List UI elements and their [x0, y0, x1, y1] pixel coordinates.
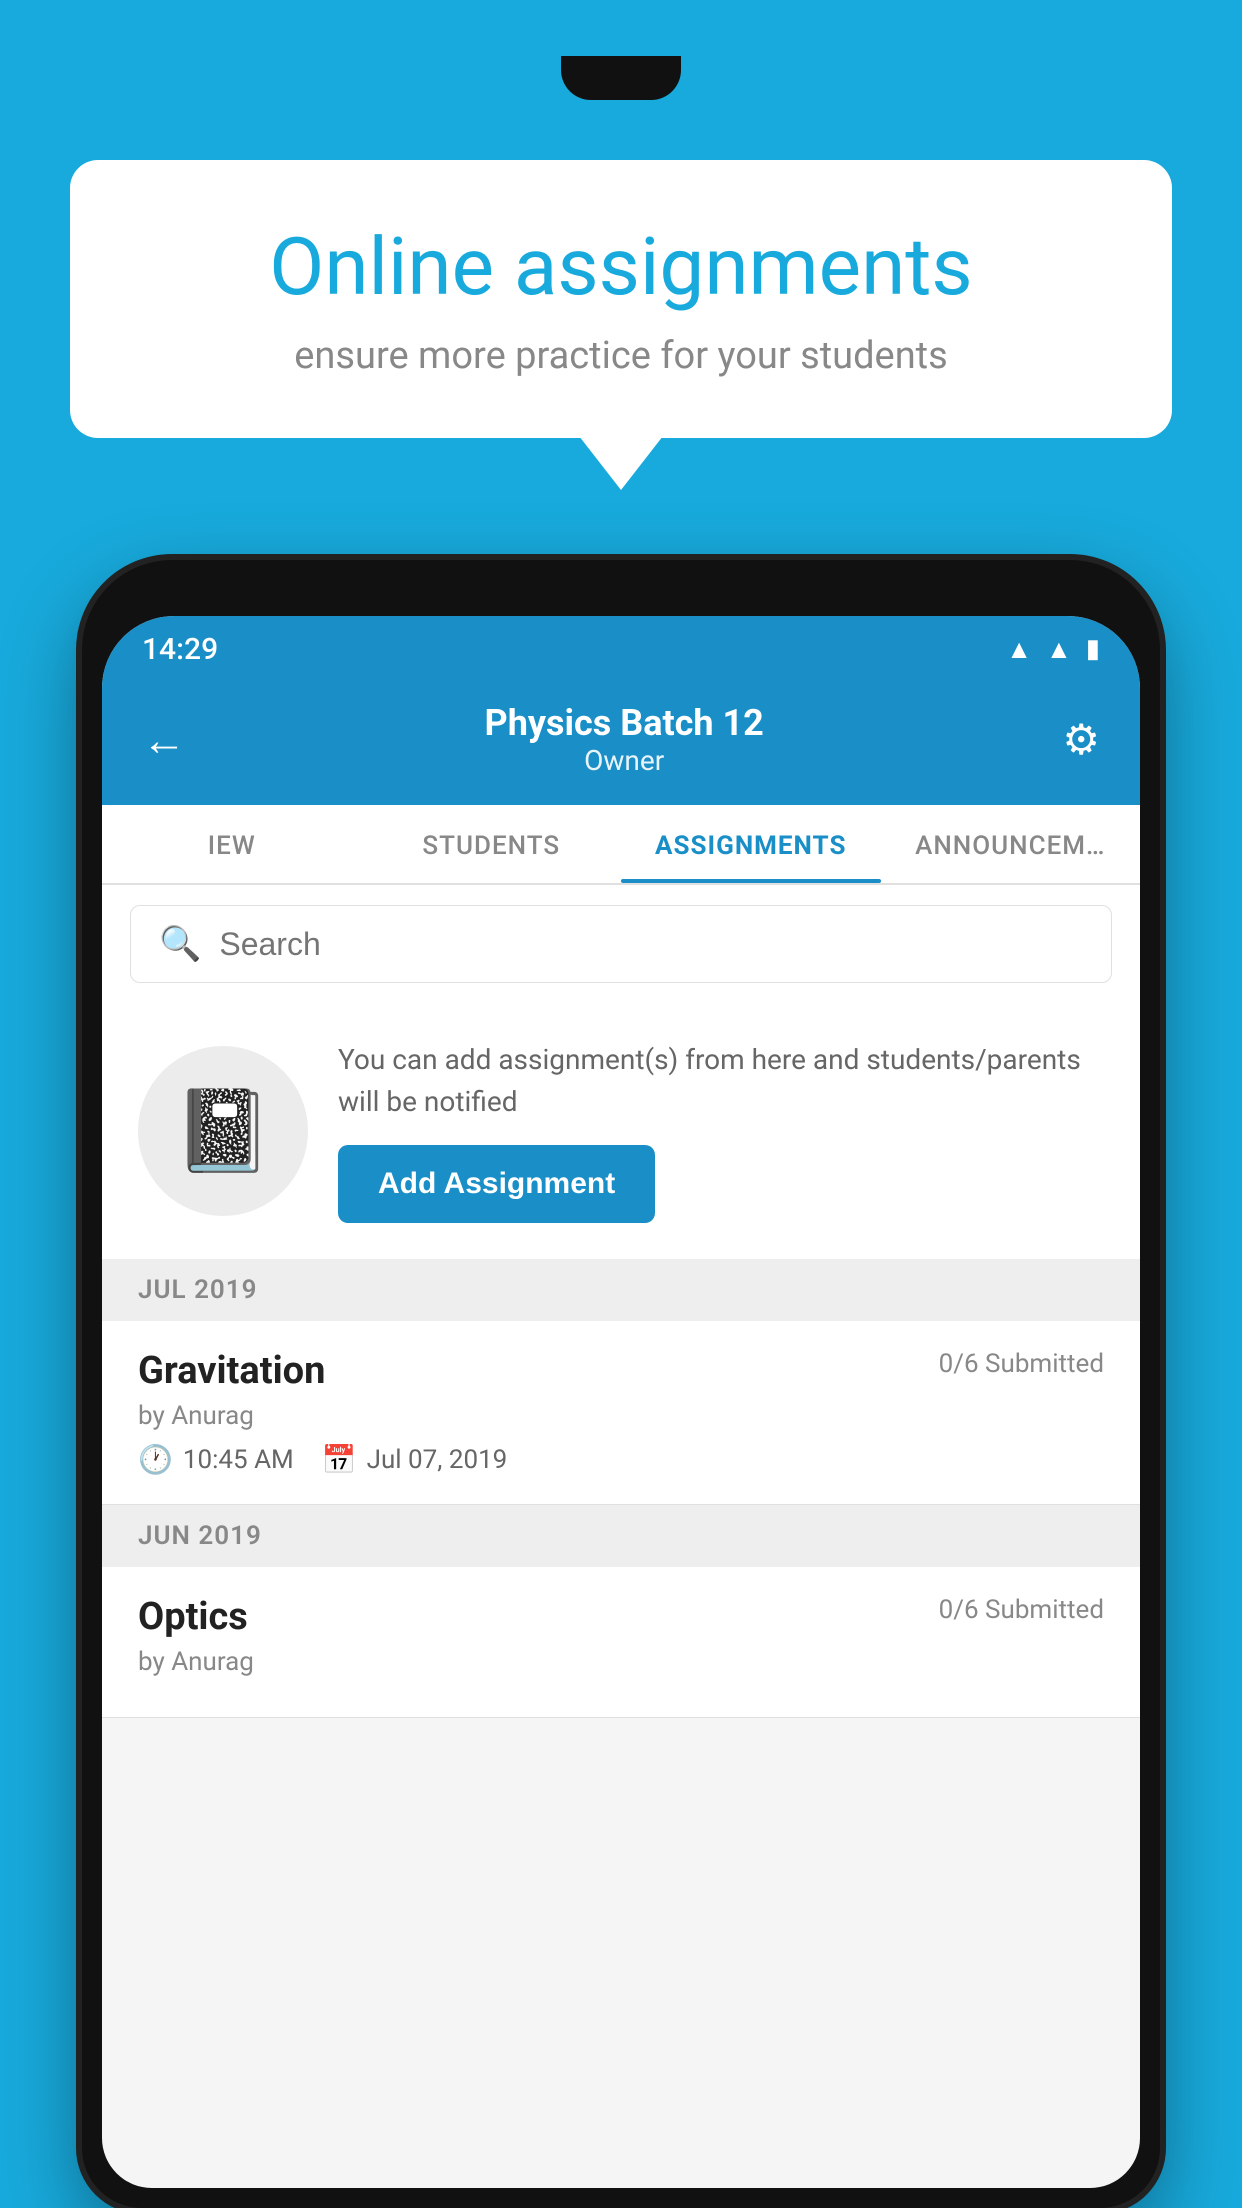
- assignment-header: Gravitation 0/6 Submitted: [138, 1349, 1104, 1393]
- tab-students[interactable]: STUDENTS: [362, 805, 622, 883]
- tab-iew[interactable]: IEW: [102, 805, 362, 883]
- batch-subtitle: Owner: [584, 744, 664, 777]
- phone-notch: [561, 56, 681, 100]
- batch-title: Physics Batch 12: [485, 702, 764, 744]
- back-button[interactable]: ←: [142, 714, 186, 766]
- search-container: 🔍: [102, 885, 1140, 1003]
- add-assignment-button[interactable]: Add Assignment: [338, 1145, 655, 1223]
- speech-bubble-title: Online assignments: [140, 220, 1102, 314]
- status-bar: 14:29 ▲ ▲ ▮: [102, 616, 1140, 682]
- optics-by: by Anurag: [138, 1647, 1104, 1677]
- speech-bubble-subtitle: ensure more practice for your students: [140, 334, 1102, 378]
- assignment-time: 🕐 10:45 AM: [138, 1443, 294, 1476]
- clock-icon: 🕐: [138, 1443, 173, 1476]
- section-month-jul: JUL 2019: [138, 1275, 258, 1305]
- promo-section: 📓 You can add assignment(s) from here an…: [102, 1003, 1140, 1259]
- calendar-icon: 📅: [322, 1443, 357, 1476]
- search-input[interactable]: [219, 926, 1083, 963]
- search-icon: 🔍: [159, 924, 201, 964]
- optics-name: Optics: [138, 1595, 248, 1639]
- phone-frame: 14:29 ▲ ▲ ▮ ← Physics Batch 12 Owner ⚙ I…: [82, 560, 1160, 2208]
- promo-content: You can add assignment(s) from here and …: [338, 1039, 1104, 1223]
- tab-assignments[interactable]: ASSIGNMENTS: [621, 805, 881, 883]
- wifi-icon: ▲: [1006, 634, 1032, 665]
- optics-header: Optics 0/6 Submitted: [138, 1595, 1104, 1639]
- tabs-bar: IEW STUDENTS ASSIGNMENTS ANNOUNCEM…: [102, 805, 1140, 885]
- section-header-jun: JUN 2019: [102, 1505, 1140, 1567]
- battery-icon: ▮: [1086, 634, 1100, 664]
- speech-bubble: Online assignments ensure more practice …: [70, 160, 1172, 438]
- status-time: 14:29: [142, 632, 218, 667]
- assignment-date: 📅 Jul 07, 2019: [322, 1443, 508, 1476]
- signal-icon: ▲: [1046, 634, 1072, 665]
- promo-icon-circle: 📓: [138, 1046, 308, 1216]
- optics-submitted: 0/6 Submitted: [939, 1595, 1104, 1625]
- tab-announcements[interactable]: ANNOUNCEM…: [881, 805, 1141, 883]
- header-title-area: Physics Batch 12 Owner: [485, 702, 764, 777]
- assignment-item-gravitation[interactable]: Gravitation 0/6 Submitted by Anurag 🕐 10…: [102, 1321, 1140, 1505]
- notebook-icon: 📓: [173, 1084, 273, 1178]
- search-bar: 🔍: [130, 905, 1112, 983]
- assignment-meta: 🕐 10:45 AM 📅 Jul 07, 2019: [138, 1443, 1104, 1476]
- promo-description: You can add assignment(s) from here and …: [338, 1039, 1104, 1123]
- section-month-jun: JUN 2019: [138, 1521, 262, 1551]
- status-icons: ▲ ▲ ▮: [1006, 634, 1100, 665]
- assignment-name: Gravitation: [138, 1349, 325, 1393]
- assignment-by: by Anurag: [138, 1401, 1104, 1431]
- speech-bubble-container: Online assignments ensure more practice …: [70, 160, 1172, 438]
- section-header-jul: JUL 2019: [102, 1259, 1140, 1321]
- phone-screen: 14:29 ▲ ▲ ▮ ← Physics Batch 12 Owner ⚙ I…: [102, 616, 1140, 2188]
- app-header: ← Physics Batch 12 Owner ⚙: [102, 682, 1140, 805]
- assignment-item-optics[interactable]: Optics 0/6 Submitted by Anurag: [102, 1567, 1140, 1718]
- assignment-submitted: 0/6 Submitted: [939, 1349, 1104, 1379]
- settings-button[interactable]: ⚙: [1062, 715, 1100, 765]
